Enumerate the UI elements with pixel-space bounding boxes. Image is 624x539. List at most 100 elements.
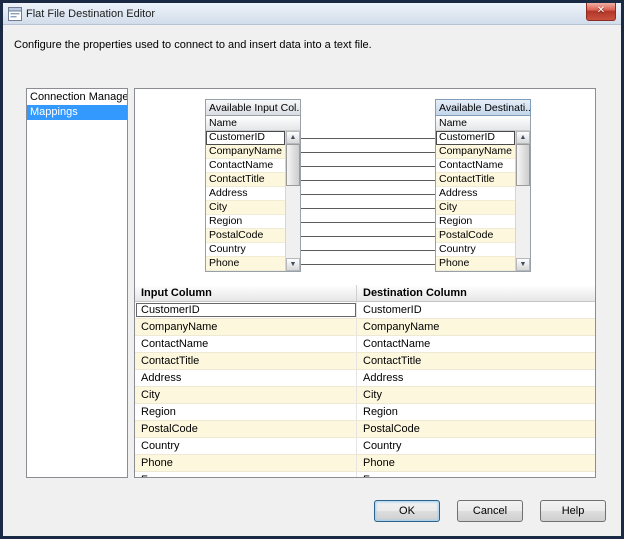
scroll-up-icon[interactable]: ▲ — [516, 131, 530, 144]
column-item[interactable]: Address — [206, 187, 285, 201]
scrollbar-thumb[interactable] — [516, 144, 530, 186]
grid-row: FaxFax — [135, 472, 595, 477]
input-box-scrollbar[interactable]: ▲ ▼ — [285, 131, 300, 271]
nav-item-connection-manager[interactable]: Connection Manager — [27, 90, 127, 105]
grid-row: Address Address — [135, 370, 595, 387]
grid-cell-destination-column[interactable]: Fax — [357, 472, 595, 477]
grid-cell-input-column[interactable]: PostalCode — [135, 421, 357, 437]
grid-row: ContactTitle ContactTitle — [135, 353, 595, 370]
column-item[interactable]: PostalCode — [206, 229, 285, 243]
grid-row: PostalCode PostalCode — [135, 421, 595, 438]
close-icon: ✕ — [596, 5, 606, 16]
grid-cell-destination-column[interactable]: City — [357, 387, 595, 403]
ok-button[interactable]: OK — [374, 500, 440, 522]
available-input-columns-box[interactable]: Available Input Col... Name CustomerID Co… — [205, 99, 301, 272]
grid-cell-input-column[interactable]: City — [135, 387, 357, 403]
column-item[interactable]: ContactTitle — [436, 173, 515, 187]
column-item[interactable]: Country — [206, 243, 285, 257]
column-item[interactable]: CustomerID — [206, 131, 285, 145]
column-item[interactable]: CustomerID — [436, 131, 515, 145]
column-item[interactable]: ContactName — [436, 159, 515, 173]
grid-cell-destination-column[interactable]: ContactName — [357, 336, 595, 352]
mapping-connector-line[interactable] — [301, 250, 435, 251]
column-item[interactable]: City — [206, 201, 285, 215]
nav-item-mappings[interactable]: Mappings — [27, 105, 127, 120]
input-box-body: Name CustomerID CompanyName ContactName Con… — [205, 116, 301, 272]
mapping-connector-line[interactable] — [301, 194, 435, 195]
grid-cell-destination-column[interactable]: Region — [357, 404, 595, 420]
destination-box-name-header: Name — [436, 116, 530, 131]
title-bar[interactable]: Flat File Destination Editor ✕ — [3, 3, 621, 25]
column-item[interactable]: Region — [206, 215, 285, 229]
mapping-connector-line[interactable] — [301, 180, 435, 181]
grid-cell-destination-column[interactable]: Country — [357, 438, 595, 454]
mapping-connector-line[interactable] — [301, 138, 435, 139]
grid-cell-input-column[interactable]: CompanyName — [135, 319, 357, 335]
grid-row: ContactName ContactName — [135, 336, 595, 353]
grid-cell-destination-column[interactable]: Address — [357, 370, 595, 386]
grid-cell-input-column[interactable]: ContactTitle — [135, 353, 357, 369]
mapping-connector-line[interactable] — [301, 166, 435, 167]
scroll-up-icon[interactable]: ▲ — [286, 131, 300, 144]
grid-cell-destination-column[interactable]: ContactTitle — [357, 353, 595, 369]
mapping-connector-line[interactable] — [301, 152, 435, 153]
column-item[interactable]: Country — [436, 243, 515, 257]
nav-list[interactable]: Connection Manager Mappings — [26, 88, 128, 478]
grid-row: City City — [135, 387, 595, 404]
input-box-title: Available Input Col... — [205, 99, 301, 116]
scrollbar-thumb[interactable] — [286, 144, 300, 186]
grid-cell-input-column[interactable]: Country — [135, 438, 357, 454]
input-columns-list: CustomerID CompanyName ContactName ContactT… — [206, 131, 285, 271]
column-item[interactable]: ContactName — [206, 159, 285, 173]
window-icon — [8, 6, 22, 21]
grid-cell-input-column[interactable]: Fax — [135, 472, 357, 477]
grid-cell-input-column[interactable]: Region — [135, 404, 357, 420]
column-item[interactable]: Phone — [206, 257, 285, 271]
grid-cell-destination-column[interactable]: Phone — [357, 455, 595, 471]
dialog-description: Configure the properties used to connect… — [14, 39, 372, 51]
mapping-connector-line[interactable] — [301, 236, 435, 237]
column-item[interactable]: City — [436, 201, 515, 215]
grid-cell-input-column[interactable]: CustomerID — [135, 302, 357, 318]
destination-columns-list: CustomerID CompanyName ContactName ContactT… — [436, 131, 515, 271]
column-item[interactable]: Address — [436, 187, 515, 201]
input-box-name-header: Name — [206, 116, 300, 131]
mapping-connector-line[interactable] — [301, 222, 435, 223]
grid-cell-destination-column[interactable]: CustomerID — [357, 302, 595, 318]
column-item[interactable]: Region — [436, 215, 515, 229]
grid-body: CustomerID CustomerID CompanyName CompanyNa… — [135, 302, 595, 477]
mappings-panel: Available Input Col... Name CustomerID Co… — [134, 88, 596, 478]
grid-cell-input-column[interactable]: Phone — [135, 455, 357, 471]
grid-row: Phone Phone — [135, 455, 595, 472]
mapping-connector-line[interactable] — [301, 264, 435, 265]
window-title: Flat File Destination Editor — [26, 7, 155, 20]
scroll-down-icon[interactable]: ▼ — [516, 258, 530, 271]
help-button[interactable]: Help — [540, 500, 606, 522]
grid-header-row: Input Column Destination Column — [135, 285, 595, 302]
scroll-down-icon[interactable]: ▼ — [286, 258, 300, 271]
grid-cell-input-column[interactable]: ContactName — [135, 336, 357, 352]
column-item[interactable]: ContactTitle — [206, 173, 285, 187]
grid-row: CompanyName CompanyName — [135, 319, 595, 336]
available-destination-columns-box[interactable]: Available Destinati... Name CustomerID Co… — [435, 99, 531, 272]
grid-cell-destination-column[interactable]: PostalCode — [357, 421, 595, 437]
column-item[interactable]: Phone — [436, 257, 515, 271]
grid-header-input-column: Input Column — [135, 285, 357, 302]
cancel-button[interactable]: Cancel — [457, 500, 523, 522]
destination-box-body: Name CustomerID CompanyName ContactName Con… — [435, 116, 531, 272]
grid-row: Country Country — [135, 438, 595, 455]
destination-box-title: Available Destinati... — [435, 99, 531, 116]
grid-cell-destination-column[interactable]: CompanyName — [357, 319, 595, 335]
grid-header-destination-column: Destination Column — [357, 285, 595, 302]
mapping-grid: Input Column Destination Column Customer… — [135, 285, 595, 477]
close-button[interactable]: ✕ — [586, 3, 616, 21]
column-item[interactable]: CompanyName — [206, 145, 285, 159]
grid-cell-input-column[interactable]: Address — [135, 370, 357, 386]
flat-file-destination-editor-dialog: Flat File Destination Editor ✕ Configure… — [0, 0, 624, 539]
grid-row: Region Region — [135, 404, 595, 421]
mapping-connector-line[interactable] — [301, 208, 435, 209]
destination-box-scrollbar[interactable]: ▲ ▼ — [515, 131, 530, 271]
grid-row: CustomerID CustomerID — [135, 302, 595, 319]
column-item[interactable]: PostalCode — [436, 229, 515, 243]
column-item[interactable]: CompanyName — [436, 145, 515, 159]
